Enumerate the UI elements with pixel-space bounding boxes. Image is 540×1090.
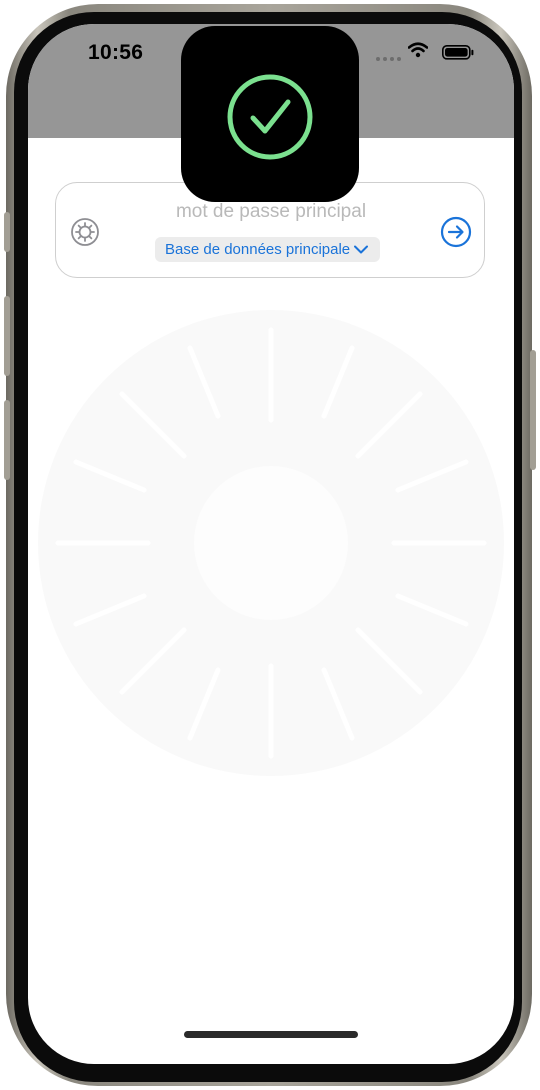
success-overlay	[181, 26, 359, 202]
action-button	[4, 212, 10, 252]
battery-icon	[442, 45, 474, 60]
screen: 10:56 Base de données principale	[28, 24, 514, 1064]
cellular-signal-icon	[376, 57, 401, 61]
volume-up-button	[4, 296, 10, 376]
password-input[interactable]	[146, 201, 396, 223]
volume-down-button	[4, 400, 10, 480]
checkmark-circle-icon	[227, 74, 313, 160]
lock-wheel-watermark	[38, 310, 504, 776]
database-selector-button[interactable]: Base de données principale	[155, 237, 381, 262]
gear-icon[interactable]	[70, 217, 100, 247]
arrow-right-circle-icon[interactable]	[440, 216, 472, 248]
chevron-down-icon	[354, 245, 369, 254]
status-time: 10:56	[88, 41, 144, 64]
database-label: Base de données principale	[165, 241, 351, 258]
wheel-hub	[194, 466, 348, 620]
wifi-icon	[408, 42, 428, 58]
side-button	[530, 350, 536, 470]
home-indicator[interactable]	[184, 1031, 358, 1038]
